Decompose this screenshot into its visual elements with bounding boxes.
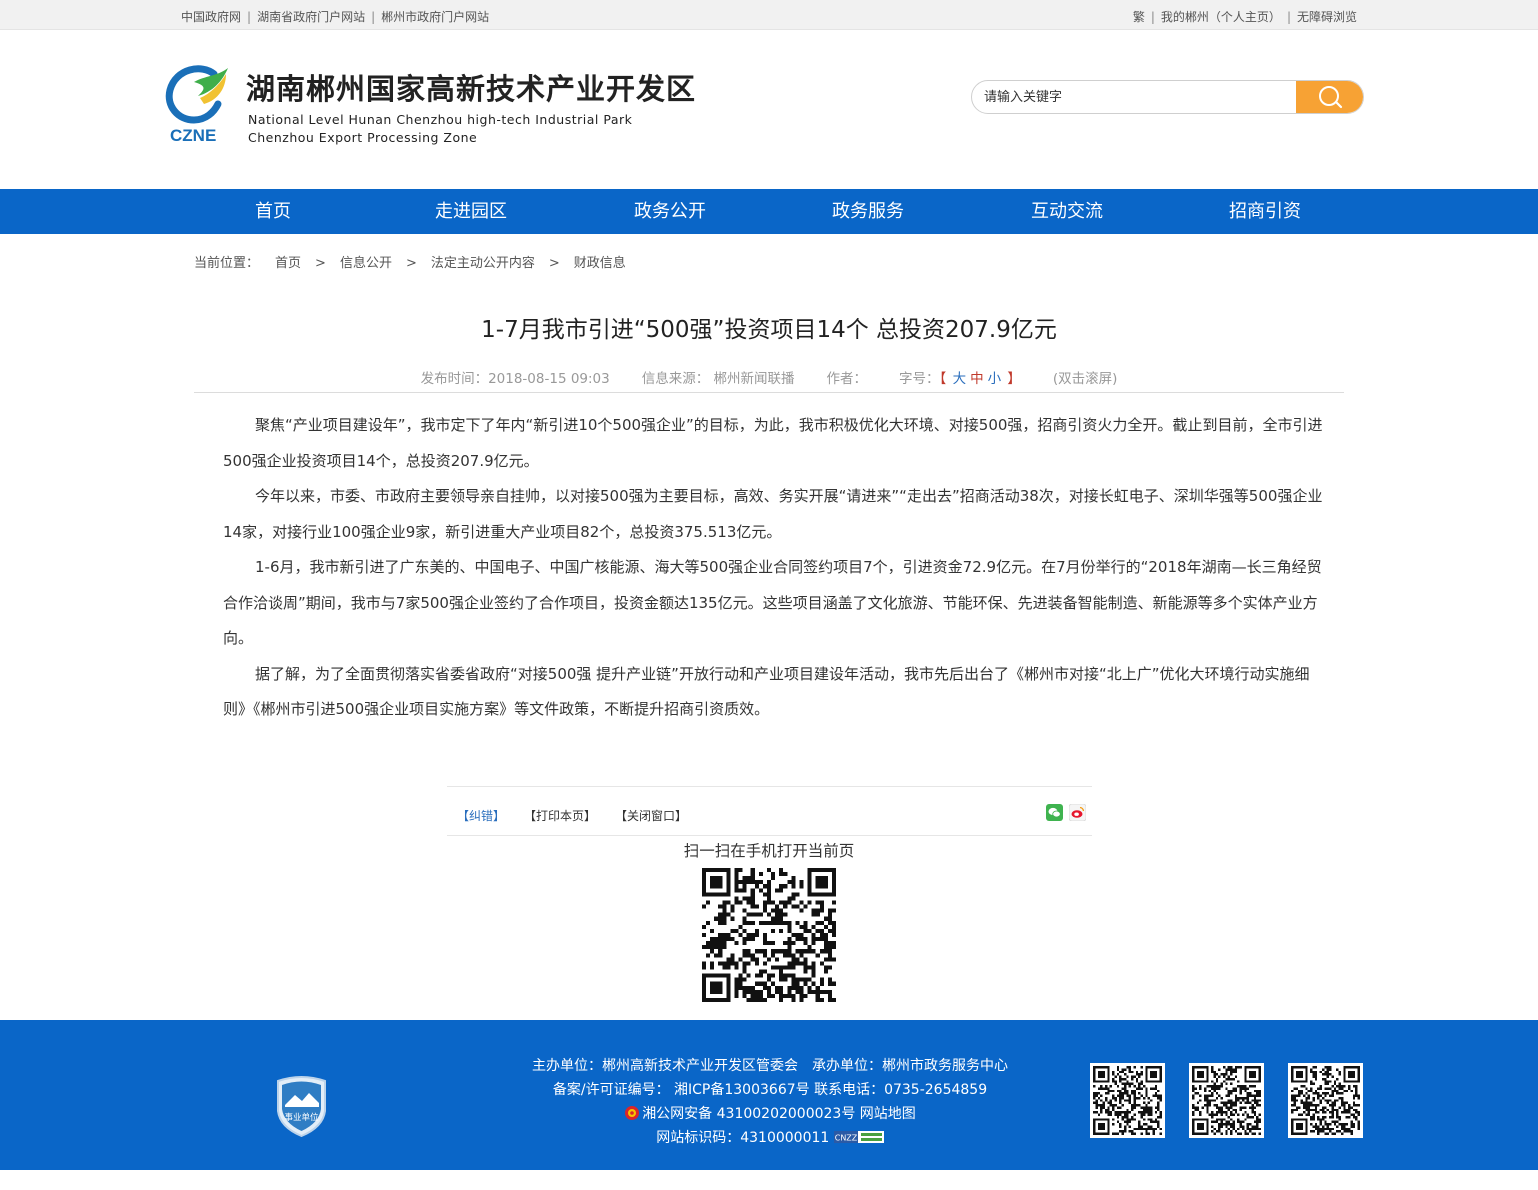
cnzz-text: CNZZ bbox=[835, 1134, 858, 1143]
nav-item-interaction[interactable]: 互动交流 bbox=[987, 189, 1147, 234]
font-size-label: 字号： bbox=[899, 371, 940, 387]
search-input[interactable] bbox=[984, 81, 1294, 113]
footer-organizer: 主办单位：郴州高新技术产业开发区管委会 承办单位：郴州市政务服务中心 bbox=[532, 1058, 1008, 1074]
top-links-left: 中国政府网 | 湖南省政府门户网站 | 郴州市政府门户网站 bbox=[181, 8, 489, 25]
separator: | bbox=[371, 10, 376, 24]
footer-police-text[interactable]: 湘公网安备 43100202000023号 网站地图 bbox=[642, 1106, 916, 1122]
link-accessibility[interactable]: 无障碍浏览 bbox=[1297, 10, 1357, 24]
weibo-share-icon[interactable] bbox=[1069, 804, 1086, 821]
breadcrumb-separator: > bbox=[548, 256, 560, 271]
link-china-gov[interactable]: 中国政府网 bbox=[181, 10, 241, 24]
link-traditional-chinese[interactable]: 繁 bbox=[1133, 10, 1145, 24]
footer-site-code-text: 网站标识码：4310000011 bbox=[656, 1130, 830, 1146]
font-size-small-button[interactable]: 小 bbox=[988, 371, 1002, 387]
footer-qr-code-2 bbox=[1189, 1063, 1264, 1138]
cnzz-stat-icon[interactable]: CNZZ bbox=[833, 1131, 884, 1143]
breadcrumb-item-statutory[interactable]: 法定主动公开内容 bbox=[431, 256, 535, 271]
site-logo[interactable]: CZNE bbox=[164, 62, 234, 145]
double-click-scroll[interactable]: (双击滚屏) bbox=[1053, 371, 1118, 387]
footer-qr-1-image bbox=[1093, 1066, 1162, 1135]
police-badge-icon bbox=[625, 1106, 640, 1120]
breadcrumb: 当前位置： 首页 > 信息公开 > 法定主动公开内容 > 财政信息 bbox=[194, 252, 626, 271]
link-my-chenzhou[interactable]: 我的郴州（个人主页） bbox=[1161, 10, 1281, 24]
print-button[interactable]: 【打印本页】 bbox=[524, 807, 596, 824]
separator: | bbox=[247, 10, 252, 24]
page-bottom-margin bbox=[0, 1170, 1538, 1190]
breadcrumb-separator: > bbox=[405, 256, 417, 271]
nav-item-gov-services[interactable]: 政务服务 bbox=[788, 189, 948, 234]
logo-text: CZNE bbox=[170, 126, 216, 144]
page-qr-code bbox=[702, 868, 836, 1002]
search-icon bbox=[1318, 86, 1342, 109]
font-size-medium-button[interactable]: 中 bbox=[970, 371, 984, 387]
badge-text: 事业单位 bbox=[284, 1112, 319, 1123]
search-box bbox=[971, 80, 1364, 114]
logo-mark-icon: CZNE bbox=[165, 65, 228, 145]
site-english-line-2: Chenzhou Export Processing Zone bbox=[248, 130, 478, 145]
top-utility-bar: 中国政府网 | 湖南省政府门户网站 | 郴州市政府门户网站 繁 | 我的郴州（个人主页） | 无… bbox=[0, 0, 1538, 30]
breadcrumb-item-home[interactable]: 首页 bbox=[275, 256, 301, 271]
top-links-right: 繁 | 我的郴州（个人主页） | 无障碍浏览 bbox=[1133, 8, 1357, 25]
footer-icp[interactable]: 备案/许可证编号： 湘ICP备13003667号 联系电话：0735-26548… bbox=[420, 1078, 1120, 1102]
nav-item-about-park[interactable]: 走进园区 bbox=[391, 189, 551, 234]
site-title: 湖南郴州国家高新技术产业开发区 bbox=[246, 72, 697, 106]
main-nav: 首页 走进园区 政务公开 政务服务 互动交流 招商引资 bbox=[0, 189, 1538, 234]
footer-qr-3-image bbox=[1291, 1066, 1360, 1135]
share-icons bbox=[1046, 804, 1086, 821]
site-footer: 事业单位 主办单位：郴州高新技术产业开发区管委会 承办单位：郴州市政务服务中心 … bbox=[0, 1020, 1538, 1170]
font-size-large-button[interactable]: 大 bbox=[953, 371, 967, 387]
footer-site-code: 网站标识码：4310000011 CNZZ bbox=[420, 1126, 1120, 1150]
article-paragraph: 据了解，为了全面贯彻落实省委省政府“对接500强 提升产业链”开放行动和产业项目… bbox=[223, 664, 1310, 719]
bracket-close: 】 bbox=[1007, 371, 1021, 387]
close-window-button[interactable]: 【关闭窗口】 bbox=[615, 807, 687, 824]
publish-time: 发布时间：2018-08-15 09:03 bbox=[420, 371, 610, 387]
link-chenzhou-gov[interactable]: 郴州市政府门户网站 bbox=[381, 10, 489, 24]
nav-item-home[interactable]: 首页 bbox=[193, 189, 353, 234]
wechat-share-icon[interactable] bbox=[1046, 804, 1063, 821]
font-size-control: 字号：【 大中小 】 bbox=[899, 371, 1021, 387]
breadcrumb-separator: > bbox=[315, 256, 326, 271]
search-button[interactable] bbox=[1296, 81, 1363, 113]
info-source: 信息来源： 郴州新闻联播 bbox=[641, 371, 795, 387]
bracket-open: 【 bbox=[939, 371, 947, 387]
separator: | bbox=[1150, 10, 1155, 24]
footer-qr-code-3 bbox=[1288, 1063, 1363, 1138]
nav-item-gov-affairs-open[interactable]: 政务公开 bbox=[590, 189, 750, 234]
breadcrumb-item-finance[interactable]: 财政信息 bbox=[574, 256, 626, 271]
article-paragraph: 今年以来，市委、市政府主要领导亲自挂帅，以对接500强为主要目标，高效、务实开展… bbox=[223, 487, 1323, 541]
separator: | bbox=[1286, 10, 1291, 24]
footer-qr-2-image bbox=[1192, 1066, 1261, 1135]
nav-item-investment[interactable]: 招商引资 bbox=[1185, 189, 1345, 234]
footer-police-record: 湘公网安备 43100202000023号 网站地图 bbox=[420, 1102, 1120, 1126]
article-meta: 发布时间：2018-08-15 09:03 信息来源： 郴州新闻联播 作者： 字号：【… bbox=[0, 367, 1538, 387]
article-paragraph: 聚焦“产业项目建设年”，我市定下了年内“新引进10个500强企业”的目标，为此，… bbox=[223, 416, 1323, 470]
article-body: 聚焦“产业项目建设年”，我市定下了年内“新引进10个500强企业”的目标，为此，… bbox=[223, 408, 1323, 728]
article-actions-bar: 【纠错】 【打印本页】 【关闭窗口】 bbox=[447, 786, 1092, 836]
title-divider bbox=[194, 392, 1344, 393]
author: 作者： bbox=[826, 371, 868, 387]
public-institution-badge[interactable]: 事业单位 bbox=[275, 1075, 328, 1137]
font-size-options: 【 大中小 】 bbox=[940, 371, 1021, 387]
breadcrumb-label: 当前位置： bbox=[194, 256, 260, 271]
qr-caption: 扫一扫在手机打开当前页 bbox=[683, 842, 855, 860]
article-title: 1-7月我市引进“500强”投资项目14个 总投资207.9亿元 bbox=[481, 317, 1057, 343]
article-paragraph: 1-6月，我市新引进了广东美的、中国电子、中国广核能源、海大等500强企业合同签… bbox=[223, 558, 1322, 647]
footer-qr-code-1 bbox=[1090, 1063, 1165, 1138]
link-hunan-gov[interactable]: 湖南省政府门户网站 bbox=[257, 10, 365, 24]
site-english-name: National Level Hunan Chenzhou high-tech … bbox=[248, 111, 632, 147]
breadcrumb-item-info-open[interactable]: 信息公开 bbox=[340, 256, 392, 271]
footer-info: 主办单位：郴州高新技术产业开发区管委会 承办单位：郴州市政务服务中心 备案/许可… bbox=[420, 1054, 1120, 1150]
correction-button[interactable]: 【纠错】 bbox=[457, 807, 505, 824]
site-english-line-1: National Level Hunan Chenzhou high-tech … bbox=[248, 112, 633, 127]
